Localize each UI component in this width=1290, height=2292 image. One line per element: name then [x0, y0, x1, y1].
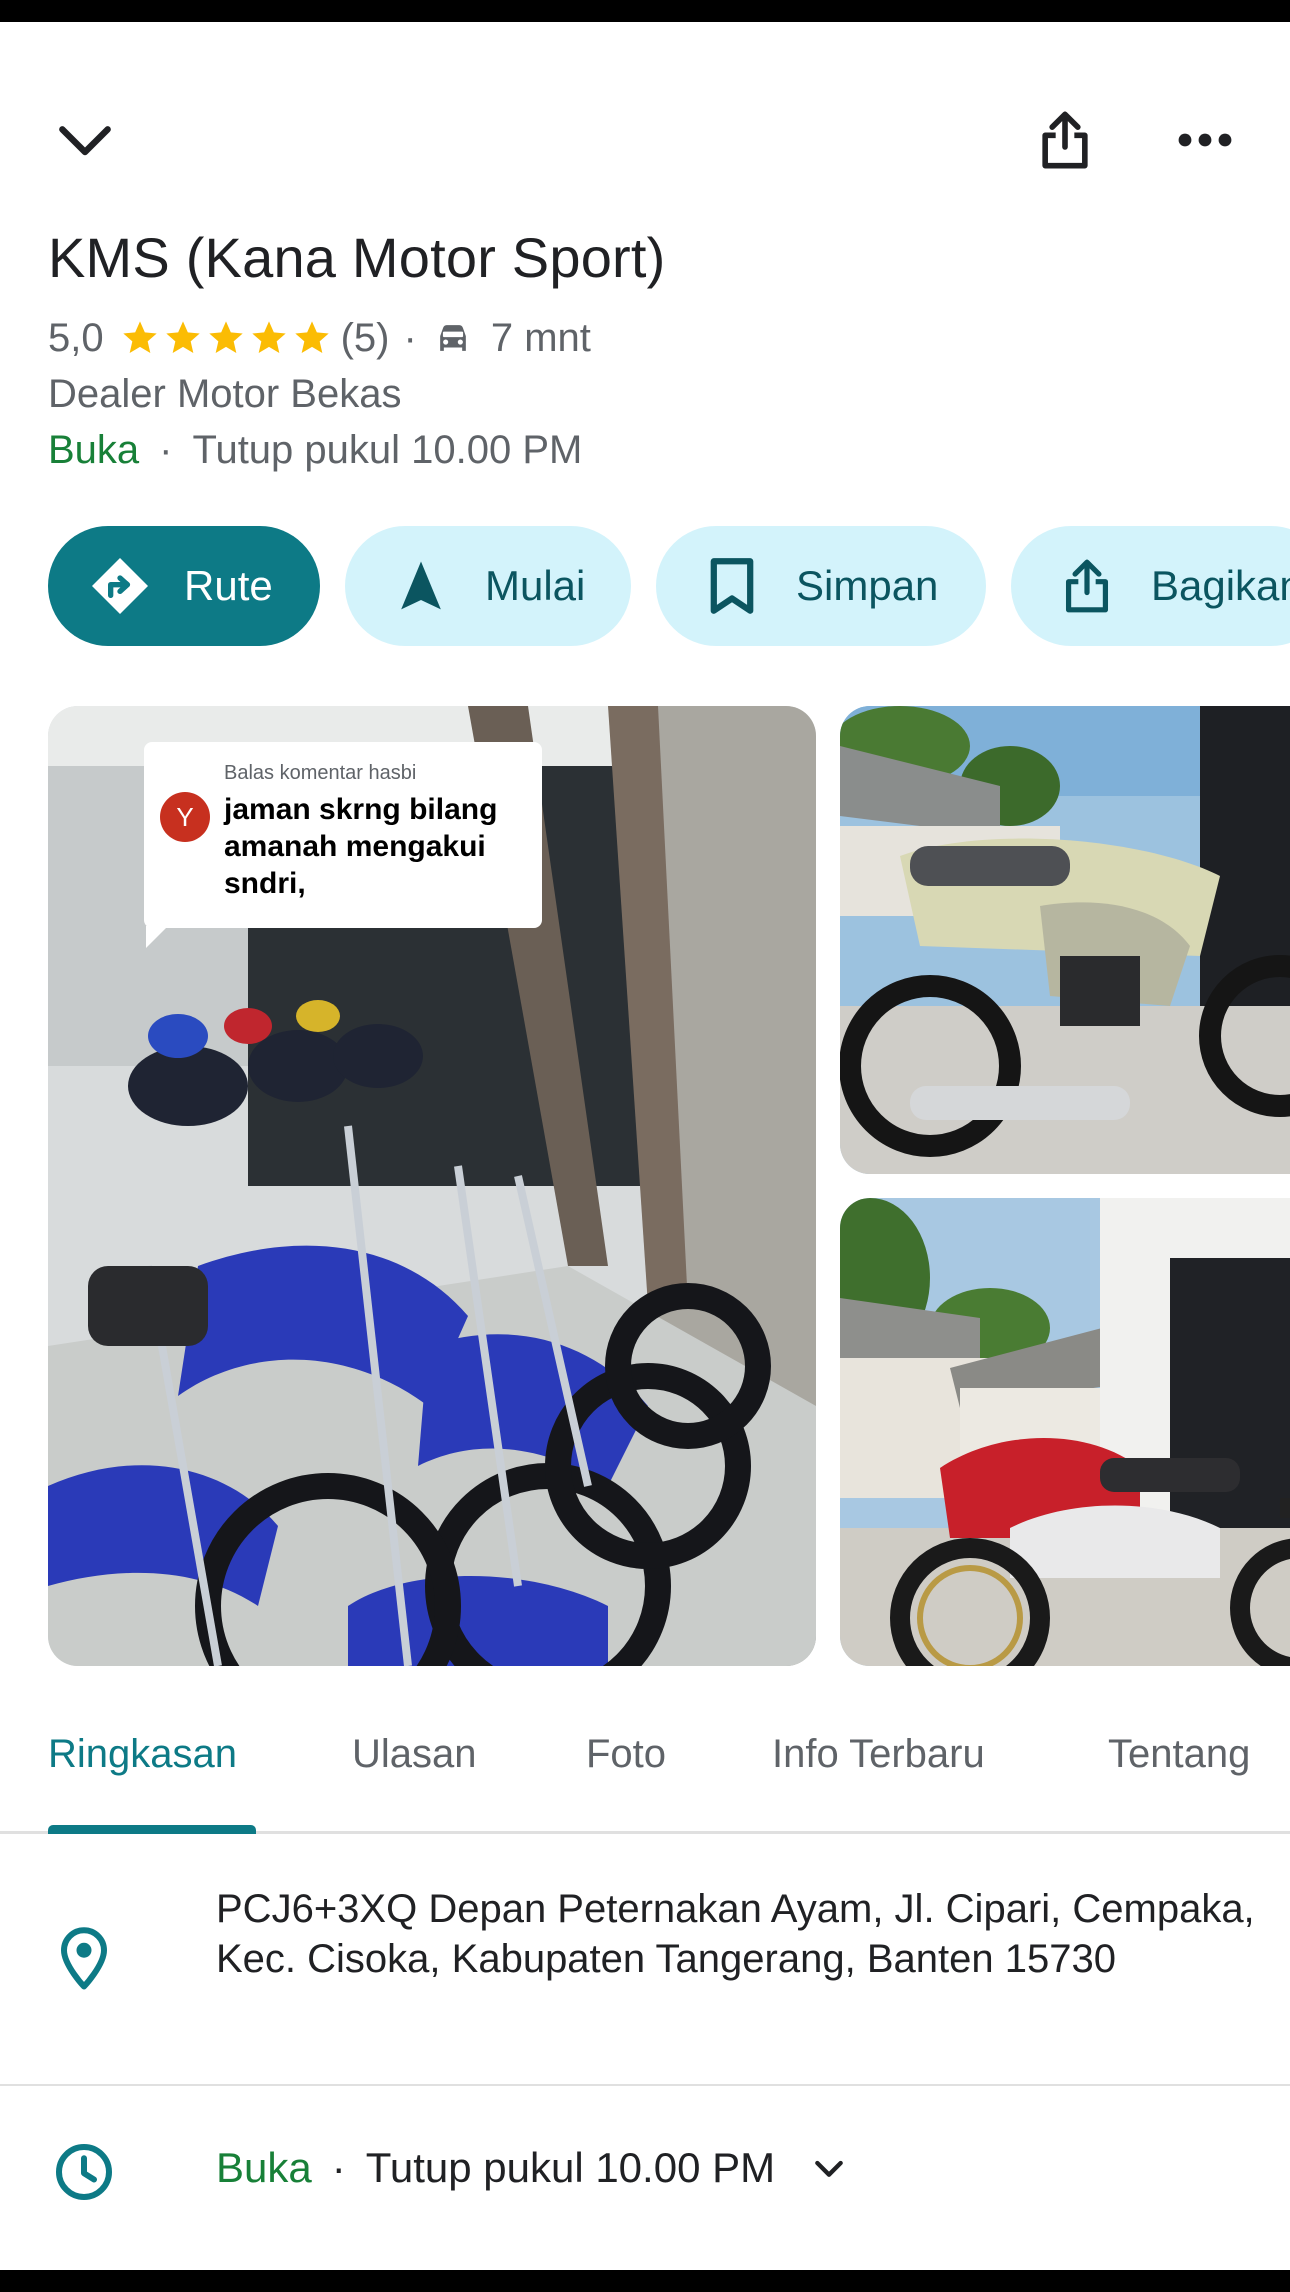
- action-chips: Rute Mulai Simpan Bagikan: [48, 526, 1290, 646]
- clock-icon: [56, 2144, 112, 2200]
- address-row[interactable]: PCJ6+3XQ Depan Peternakan Ayam, Jl. Cipa…: [0, 1834, 1290, 2086]
- hours-text: Buka · Tutup pukul 10.00 PM: [216, 2144, 849, 2192]
- address-text: PCJ6+3XQ Depan Peternakan Ayam, Jl. Cipa…: [216, 1887, 1255, 1981]
- tab-foto[interactable]: Foto: [586, 1732, 666, 1777]
- chevron-down-icon[interactable]: [809, 2148, 849, 2188]
- comment-text: jaman skrng bilang amanah mengakui sndri…: [224, 793, 498, 900]
- directions-icon: [92, 558, 148, 614]
- closing-time: Tutup pukul 10.00 PM: [192, 428, 583, 472]
- hours-open-status: Buka: [216, 2144, 312, 2191]
- tab-bar: Ringkasan Ulasan Foto Info Terbaru Tenta…: [0, 1718, 1290, 1834]
- location-pin-icon: [61, 1927, 107, 1990]
- open-status: Buka: [48, 428, 140, 472]
- hours-closing: Tutup pukul 10.00 PM: [365, 2144, 776, 2191]
- bookmark-icon: [710, 558, 754, 614]
- star-icon: [165, 321, 200, 353]
- tab-info-terbaru[interactable]: Info Terbaru: [772, 1732, 985, 1777]
- photo-top-right[interactable]: [840, 706, 1290, 1174]
- share-top-button[interactable]: [1020, 95, 1110, 185]
- star-icon: [122, 321, 157, 353]
- navigation-arrow-icon: [401, 561, 441, 610]
- share-icon: [1065, 559, 1109, 613]
- review-count: (5): [340, 315, 390, 360]
- star-icon: [208, 321, 243, 353]
- save-button[interactable]: Simpan: [656, 526, 986, 646]
- more-options-button[interactable]: [1160, 95, 1250, 185]
- star-icon: [294, 321, 329, 353]
- share-icon: [1042, 111, 1088, 169]
- directions-button[interactable]: Rute: [48, 526, 320, 646]
- photo-yamaha-motorcycle: [840, 706, 1290, 1174]
- share-button[interactable]: Bagikan: [1011, 526, 1290, 646]
- star-icon: [251, 321, 286, 353]
- comment-meta: Balas komentar hasbi: [224, 762, 417, 784]
- avatar: Y: [160, 792, 210, 842]
- hours-row[interactable]: Buka · Tutup pukul 10.00 PM: [0, 2086, 1290, 2252]
- tab-ringkasan[interactable]: Ringkasan: [48, 1732, 237, 1777]
- separator-dot: ·: [331, 2144, 346, 2191]
- car-icon: [439, 325, 466, 351]
- top-bar: [0, 95, 1290, 185]
- tab-tentang[interactable]: Tentang: [1108, 1732, 1250, 1777]
- comment-overlay: Y Balas komentar hasbi jaman skrng bilan…: [144, 742, 542, 948]
- more-horizontal-icon: [1178, 133, 1232, 147]
- directions-label: Rute: [184, 562, 273, 609]
- star-rating: [120, 318, 335, 358]
- tab-ulasan[interactable]: Ulasan: [352, 1732, 477, 1777]
- status-bar: [0, 0, 1290, 22]
- tab-indicator: [48, 1825, 256, 1834]
- travel-time: 7 mnt: [490, 315, 591, 360]
- photo-main[interactable]: Y Balas komentar hasbi jaman skrng bilan…: [48, 706, 816, 1666]
- place-category: Dealer Motor Bekas: [48, 372, 402, 416]
- save-label: Simpan: [796, 562, 939, 609]
- hours-summary[interactable]: Buka · Tutup pukul 10.00 PM: [48, 428, 582, 473]
- home-indicator-bar: [0, 2270, 1290, 2292]
- start-label: Mulai: [485, 562, 586, 609]
- collapse-button[interactable]: [40, 95, 130, 185]
- separator-dot: ·: [403, 315, 417, 360]
- place-title: KMS (Kana Motor Sport): [48, 226, 666, 289]
- chevron-down-icon: [59, 126, 111, 156]
- photo-bottom-right[interactable]: [840, 1198, 1290, 1666]
- start-button[interactable]: Mulai: [345, 526, 631, 646]
- share-label: Bagikan: [1151, 562, 1290, 609]
- rating-row[interactable]: 5,0 (5) · 7 mnt: [48, 313, 591, 363]
- photo-gallery: Y Balas komentar hasbi jaman skrng bilan…: [0, 706, 1290, 1666]
- rating-value: 5,0: [48, 315, 104, 360]
- separator-dot: ·: [159, 428, 173, 472]
- photo-red-motorcycle: [840, 1198, 1290, 1666]
